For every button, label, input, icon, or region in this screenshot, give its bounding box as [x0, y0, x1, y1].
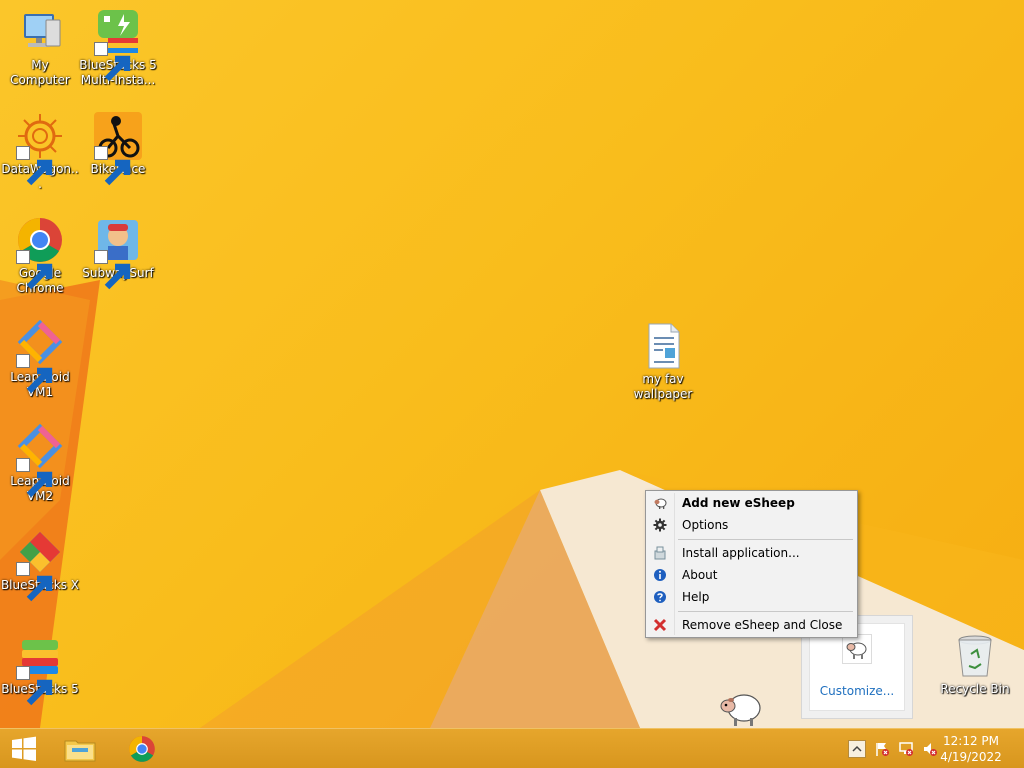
tray-network[interactable] [898, 741, 914, 757]
menu-item-label: About [682, 568, 718, 582]
start-button[interactable] [4, 732, 44, 766]
shortcut-arrow-icon [16, 562, 53, 602]
sheep-icon [846, 642, 867, 659]
esheep-character[interactable] [718, 688, 762, 728]
tray-action-center[interactable] [874, 741, 890, 757]
icon-label: My Computer [10, 58, 70, 87]
desktop-icon-recycle-bin[interactable]: Recycle Bin [935, 632, 1015, 697]
windows-logo-icon [12, 736, 36, 761]
desktop-icon-bluestacks-5[interactable]: BlueStacks 5 [0, 632, 80, 706]
desktop-icon-google-chrome[interactable]: Google Chrome [0, 216, 80, 296]
menu-item-label: Help [682, 590, 710, 604]
icon-label: my fav wallpaper [633, 372, 693, 401]
clock-time: 12:12 PM [943, 734, 999, 748]
sheep-icon [720, 694, 761, 726]
desktop-icon-subwaysurf[interactable]: SubwaySurf [78, 216, 158, 290]
shortcut-arrow-icon [16, 250, 53, 290]
shortcut-arrow-icon [16, 146, 53, 186]
shortcut-arrow-icon [16, 354, 53, 394]
shortcut-arrow-icon [94, 146, 131, 186]
taskbar: 12:12 PM 4/19/2022 [0, 728, 1024, 768]
customize-link[interactable]: Customize... [810, 684, 904, 698]
sheep-icon [653, 496, 667, 510]
menu-item-install-application[interactable]: Install application... [648, 542, 855, 564]
menu-item-about[interactable]: About [648, 564, 855, 586]
tray-esheep-slot[interactable] [842, 634, 872, 664]
shortcut-arrow-icon [16, 666, 53, 706]
desktop-icon-leapdroid-vm1[interactable]: Leapdroid VM1 [0, 320, 80, 400]
chrome-icon [129, 736, 155, 762]
desktop-icon-bluestacks-multi-instance[interactable]: BlueStacks 5 Multi-Insta... [78, 8, 158, 88]
taskbar-file-explorer[interactable] [60, 732, 100, 766]
folder-icon [64, 740, 96, 762]
show-hidden-icons-button[interactable] [848, 740, 866, 758]
desktop-icon-my-computer[interactable]: My Computer [0, 8, 80, 88]
chevron-up-icon [852, 745, 862, 752]
close-icon [653, 618, 667, 632]
menu-separator [678, 611, 853, 612]
clock-date: 4/19/2022 [940, 750, 1002, 764]
recycle-bin-icon [958, 635, 992, 677]
desktop-icon-datawagon[interactable]: DataWagon... [0, 112, 80, 192]
icon-label: Recycle Bin [940, 682, 1010, 696]
desktop-icon-my-fav-wallpaper[interactable]: my fav wallpaper [623, 322, 703, 402]
menu-item-add-new-esheep[interactable]: Add new eSheep [648, 492, 855, 514]
shortcut-arrow-icon [94, 250, 131, 290]
flag-icon [876, 743, 889, 756]
menu-item-options[interactable]: Options [648, 514, 855, 536]
desktop-icon-bikerace[interactable]: BikeRace [78, 112, 158, 186]
menu-item-label: Options [682, 518, 729, 532]
menu-item-help[interactable]: Help [648, 586, 855, 608]
info-icon [653, 568, 667, 582]
network-icon [899, 742, 913, 756]
menu-separator [678, 539, 853, 540]
gear-icon [653, 518, 667, 532]
desktop-icon-bluestacks-x[interactable]: BlueStacks X [0, 528, 80, 602]
install-icon [653, 546, 667, 560]
desktop[interactable]: My Computer BlueStacks 5 Multi-Insta... [0, 0, 1024, 728]
menu-item-label: Remove eSheep and Close [682, 618, 843, 632]
menu-item-remove-esheep-and-close[interactable]: Remove eSheep and Close [648, 614, 855, 636]
document-icon [648, 323, 680, 369]
shortcut-arrow-icon [16, 458, 53, 498]
help-icon [653, 590, 667, 604]
menu-item-label: Add new eSheep [682, 496, 795, 510]
taskbar-clock[interactable]: 12:12 PM 4/19/2022 [936, 733, 1006, 765]
computer-icon [24, 14, 61, 47]
esheep-context-menu: Add new eSheep Options Install applicati… [645, 490, 858, 638]
desktop-icon-leapdroid-vm2[interactable]: Leapdroid VM2 [0, 424, 80, 504]
taskbar-google-chrome[interactable] [122, 732, 162, 766]
shortcut-arrow-icon [94, 42, 131, 82]
menu-item-label: Install application... [682, 546, 800, 560]
